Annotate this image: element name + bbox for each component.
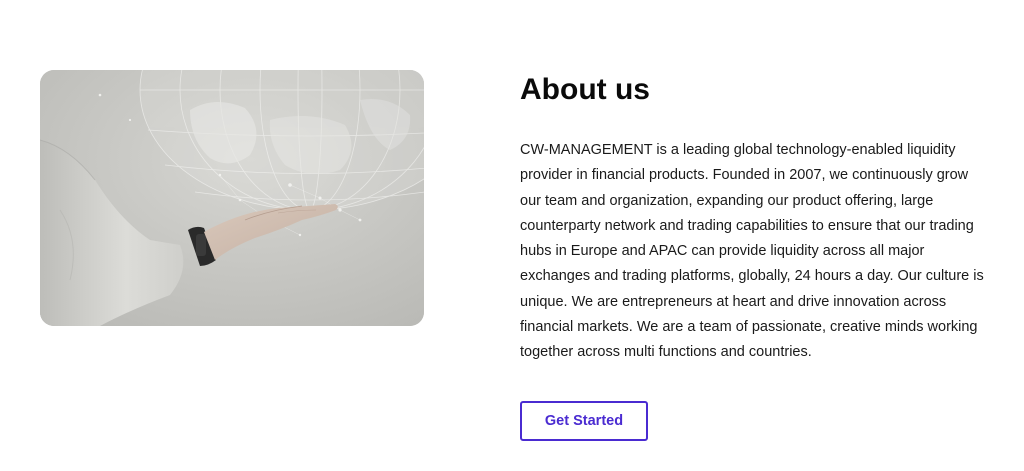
about-section: About us CW-MANAGEMENT is a leading glob…	[0, 0, 1024, 471]
hand-holding-globe-image	[40, 70, 424, 326]
get-started-button[interactable]: Get Started	[520, 401, 648, 441]
page-title: About us	[520, 73, 650, 106]
about-paragraph: CW-MANAGEMENT is a leading global techno…	[520, 142, 984, 361]
hand-globe-illustration	[40, 70, 424, 326]
about-content: About us CW-MANAGEMENT is a leading glob…	[520, 72, 990, 366]
